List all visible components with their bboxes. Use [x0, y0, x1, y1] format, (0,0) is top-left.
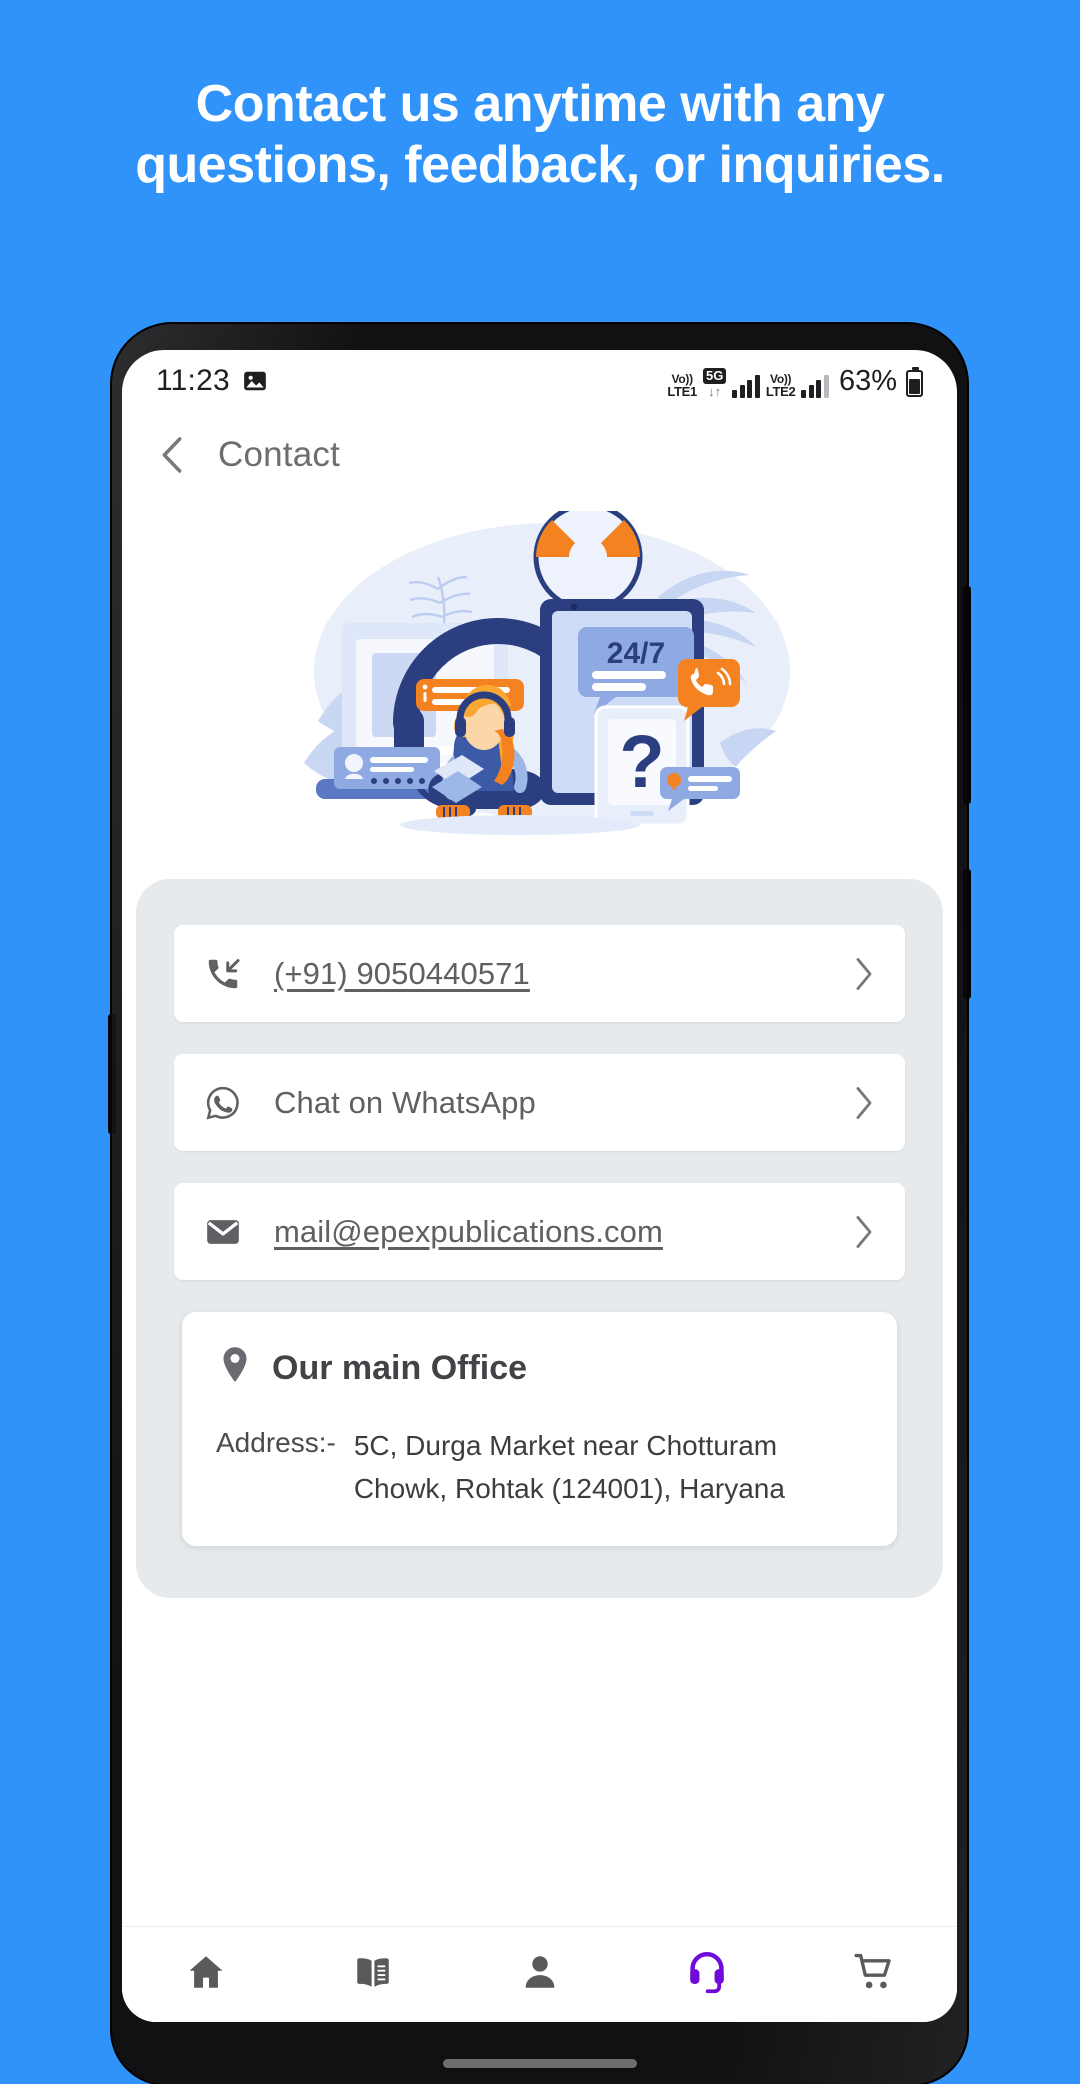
battery-percent-label: 63%	[838, 364, 897, 397]
book-icon[interactable]	[352, 1951, 394, 1998]
whatsapp-icon	[204, 1084, 258, 1122]
promo-headline: Contact us anytime with any questions, f…	[80, 74, 1000, 197]
bottom-navigation-bar	[122, 1926, 957, 2022]
contact-row-email[interactable]: mail@epexpublications.com	[174, 1183, 905, 1280]
signal-bars-sim2-icon	[801, 374, 829, 398]
contact-options-panel: (+91) 9050440571 Chat on WhatsApp mail@e…	[136, 879, 943, 1599]
cart-icon[interactable]	[852, 1951, 896, 1998]
svg-text:24/7: 24/7	[606, 637, 664, 670]
phone-power-button[interactable]	[963, 869, 971, 999]
promo-banner: Contact us anytime with any questions, f…	[0, 0, 1080, 318]
volte-sim2-icon: Vo)) LTE2	[765, 371, 796, 399]
person-icon[interactable]	[519, 1951, 561, 1998]
nav-item-profile[interactable]	[456, 1951, 623, 1998]
back-button[interactable]	[156, 435, 190, 475]
contact-whatsapp-label[interactable]: Chat on WhatsApp	[258, 1085, 851, 1121]
phone-left-side-button[interactable]	[108, 1014, 116, 1134]
battery-icon	[906, 366, 923, 397]
status-bar-left: 11:23	[156, 364, 268, 398]
nav-item-home[interactable]	[122, 1951, 289, 1998]
network-5g-icon: 5G ↓↑	[702, 367, 727, 399]
main-office-header: Our main Office	[212, 1346, 867, 1391]
volte-sim1-icon: Vo)) LTE1	[667, 371, 697, 399]
headset-icon[interactable]	[686, 1948, 728, 2001]
gesture-navigation-bar[interactable]	[442, 2059, 637, 2068]
promo-headline-line2: questions, feedback, or inquiries.	[135, 136, 945, 195]
main-office-address: Address:- 5C, Durga Market near Chottura…	[212, 1425, 867, 1510]
data-transfer-arrows-icon: ↓↑	[708, 383, 722, 399]
chevron-right-icon[interactable]	[851, 957, 877, 991]
main-office-title: Our main Office	[272, 1349, 528, 1387]
page-title: Contact	[218, 435, 341, 474]
main-office-card: Our main Office Address:- 5C, Durga Mark…	[182, 1312, 897, 1547]
support-illustration: 24/7 ?	[122, 498, 957, 853]
signal-bars-sim1-icon	[732, 374, 760, 398]
status-bar-right: Vo)) LTE1 5G ↓↑ Vo)) LTE2 63%	[667, 365, 923, 398]
address-label: Address:-	[216, 1427, 336, 1458]
image-icon	[242, 368, 268, 394]
nav-item-support[interactable]	[623, 1948, 790, 2001]
contact-row-whatsapp[interactable]: Chat on WhatsApp	[174, 1054, 905, 1151]
app-bar: Contact	[122, 412, 957, 498]
phone-screen: 11:23 Vo)) LTE1 5G ↓↑ Vo)) LTE2 63% Cont…	[122, 350, 957, 2022]
chevron-right-icon[interactable]	[851, 1215, 877, 1249]
phone-volume-button[interactable]	[963, 586, 971, 804]
home-icon[interactable]	[185, 1951, 227, 1998]
contact-phone-label[interactable]: (+91) 9050440571	[258, 956, 851, 992]
nav-item-books[interactable]	[289, 1951, 456, 1998]
address-value: 5C, Durga Market near Chotturam Chowk, R…	[353, 1430, 785, 1504]
chevron-right-icon[interactable]	[851, 1086, 877, 1120]
contact-email-label[interactable]: mail@epexpublications.com	[258, 1214, 851, 1250]
status-time: 11:23	[156, 364, 230, 397]
email-icon	[204, 1213, 258, 1251]
svg-text:?: ?	[619, 720, 664, 803]
promo-headline-line1: Contact us anytime with any	[195, 75, 885, 133]
contact-row-phone[interactable]: (+91) 9050440571	[174, 925, 905, 1022]
call-received-icon	[204, 955, 258, 993]
status-bar: 11:23 Vo)) LTE1 5G ↓↑ Vo)) LTE2 63%	[122, 350, 957, 412]
phone-device-frame: 11:23 Vo)) LTE1 5G ↓↑ Vo)) LTE2 63% Cont…	[108, 324, 971, 2084]
nav-item-cart[interactable]	[790, 1951, 957, 1998]
location-pin-icon	[220, 1346, 250, 1391]
